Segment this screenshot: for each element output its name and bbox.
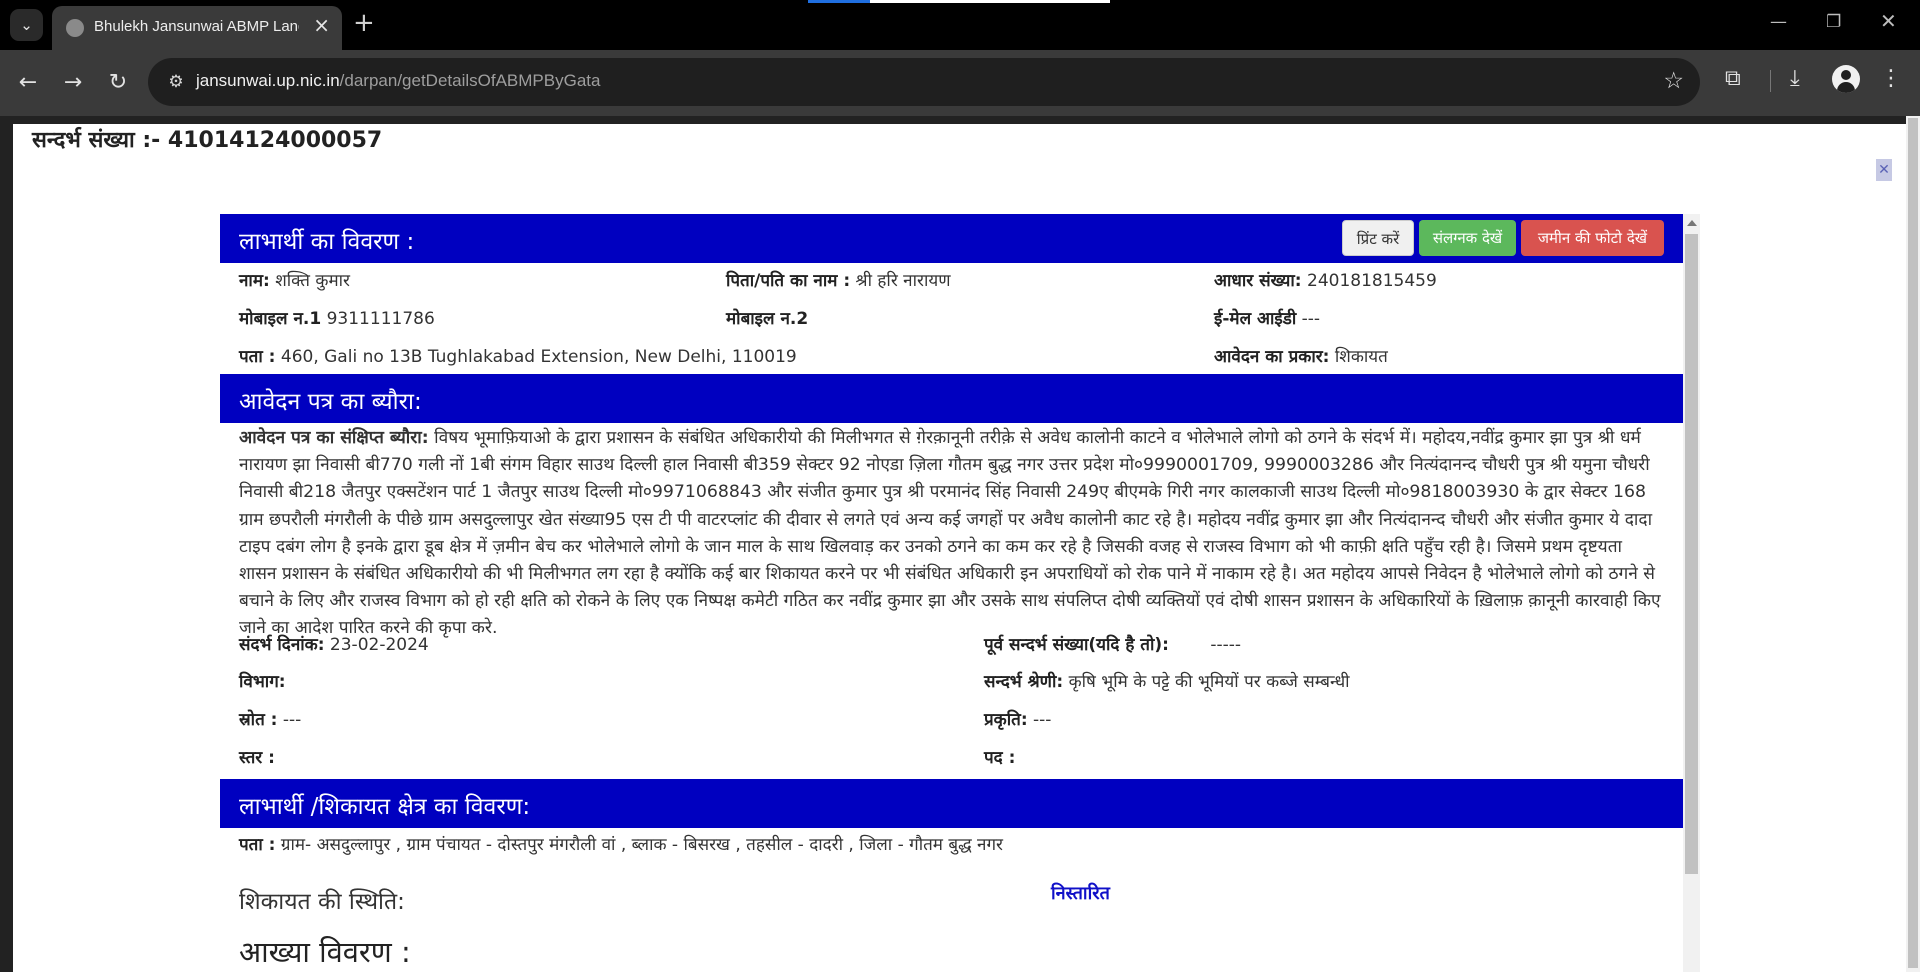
name-value: शक्ति कुमार — [275, 271, 350, 291]
nature-field: प्रकृति: --- — [984, 707, 1051, 730]
complaint-status-value: निस्तारित — [1051, 883, 1110, 904]
category-value: कृषि भूमि के पट्टे की भूमियों पर कब्जे स… — [1068, 672, 1350, 692]
browser-tab[interactable]: Bhulekh Jansunwai ABMP Land × — [52, 6, 342, 50]
close-icon[interactable]: × — [313, 15, 330, 35]
view-land-photo-button[interactable]: जमीन की फोटो देखें — [1521, 220, 1664, 256]
father-value: श्री हरि नारायण — [855, 271, 951, 291]
aadhaar-value: 240181815459 — [1307, 271, 1437, 291]
view-attachment-button[interactable]: संलग्नक देखें — [1419, 220, 1516, 256]
profile-avatar-icon[interactable] — [1832, 65, 1860, 93]
mobile1-value: 9311111786 — [326, 309, 435, 329]
summary-text: विषय भूमाफ़ियाओ के द्वारा प्रशासन के संब… — [239, 428, 1661, 639]
complaint-area-address-field: पता : ग्राम- असदुल्लापुर , ग्राम पंचायत … — [239, 832, 1003, 855]
complaint-area-address-label: पता : — [239, 835, 276, 855]
modal-title: सन्दर्भ संख्या :- 41014124000057 — [32, 128, 383, 153]
content-scrollbar[interactable] — [1683, 214, 1700, 972]
reference-date-value: 23-02-2024 — [329, 635, 429, 655]
address-field: पता : 460, Gali no 13B Tughlakabad Exten… — [239, 344, 797, 367]
back-icon[interactable]: ← — [12, 67, 44, 99]
top-progress-indicator-fill — [808, 0, 870, 3]
restore-icon[interactable]: ❐ — [1826, 12, 1841, 32]
details-modal: सन्दर्भ संख्या :- 41014124000057 ✕ लाभार… — [13, 124, 1906, 972]
mobile2-field: मोबाइल न.2 — [726, 306, 808, 329]
extensions-icon[interactable]: ⧉ — [1725, 66, 1741, 91]
post-label: पद : — [984, 748, 1016, 768]
chevron-down-icon: ⌄ — [20, 16, 33, 34]
page-scrollbar-thumb[interactable] — [1908, 118, 1918, 968]
email-value: --- — [1301, 309, 1321, 329]
email-label: ई-मेल आईडी — [1214, 309, 1297, 329]
page-viewport: सन्दर्भ संख्या :- 41014124000057 ✕ लाभार… — [0, 116, 1920, 972]
previous-reference-value: ----- — [1210, 635, 1242, 655]
page-scrollbar[interactable] — [1906, 116, 1920, 972]
application-section-header: आवेदन पत्र का ब्यौरा: — [220, 374, 1683, 423]
modal-close-icon[interactable]: ✕ — [1876, 159, 1892, 181]
aadhaar-label: आधार संख्या: — [1214, 271, 1302, 291]
department-label: विभाग: — [239, 672, 286, 692]
mobile1-field: मोबाइल न.1 9311111786 — [239, 306, 435, 329]
mobile1-label: मोबाइल न.1 — [239, 309, 322, 329]
reference-date-label: संदर्भ दिनांक: — [239, 635, 325, 655]
source-field: स्रोत : --- — [239, 707, 301, 730]
application-summary: आवेदन पत्र का संक्षिप्त ब्यौरा: विषय भूम… — [239, 425, 1664, 643]
url-text[interactable]: jansunwai.up.nic.in/darpan/getDetailsOfA… — [196, 71, 600, 91]
url-host: jansunwai.up.nic.in — [196, 71, 340, 90]
bookmark-star-icon[interactable]: ☆ — [1663, 68, 1684, 94]
application-section-title: आवेदन पत्र का ब्यौरा: — [239, 389, 422, 415]
name-field: नाम: शक्ति कुमार — [239, 268, 350, 291]
minimize-icon[interactable]: — — [1770, 12, 1787, 32]
previous-reference-field: पूर्व सन्दर्भ संख्या(यदि है तो): ----- — [984, 632, 1241, 655]
father-label: पिता/पति का नाम : — [726, 271, 851, 291]
complaint-area-section-title: लाभार्थी /शिकायत क्षेत्र का विवरण: — [239, 794, 531, 820]
email-field: ई-मेल आईडी --- — [1214, 306, 1320, 329]
print-button[interactable]: प्रिंट करें — [1342, 220, 1414, 256]
complaint-area-section-header: लाभार्थी /शिकायत क्षेत्र का विवरण: — [220, 779, 1683, 828]
level-field: स्तर : — [239, 745, 275, 768]
beneficiary-section-header: लाभार्थी का विवरण : प्रिंट करें संलग्नक … — [220, 214, 1683, 263]
application-type-value: शिकायत — [1334, 347, 1388, 367]
complaint-area-address-value: ग्राम- असदुल्लापुर , ग्राम पंचायत - दोस्… — [280, 835, 1004, 855]
details-content: लाभार्थी का विवरण : प्रिंट करें संलग्नक … — [220, 214, 1683, 972]
site-settings-icon[interactable]: ⚙ — [164, 70, 188, 94]
tab-title: Bhulekh Jansunwai ABMP Land — [94, 18, 299, 35]
department-field: विभाग: — [239, 669, 286, 692]
mobile2-label: मोबाइल न.2 — [726, 309, 809, 329]
source-label: स्रोत : — [239, 710, 278, 730]
browser-toolbar: ← → ↻ ⚙ jansunwai.up.nic.in/darpan/getDe… — [0, 50, 1920, 116]
reference-date-field: संदर्भ दिनांक: 23-02-2024 — [239, 632, 429, 655]
address-bar[interactable]: ⚙ jansunwai.up.nic.in/darpan/getDetailsO… — [148, 58, 1700, 106]
previous-reference-label: पूर्व सन्दर्भ संख्या(यदि है तो): — [984, 635, 1169, 655]
scroll-up-arrow-icon[interactable] — [1687, 220, 1697, 226]
nature-label: प्रकृति: — [984, 710, 1028, 730]
close-window-icon[interactable]: ✕ — [1880, 9, 1897, 33]
category-label: सन्दर्भ श्रेणी: — [984, 672, 1064, 692]
download-icon[interactable]: ⤓ — [1790, 66, 1800, 91]
name-label: नाम: — [239, 271, 270, 291]
summary-label: आवेदन पत्र का संक्षिप्त ब्यौरा: — [239, 428, 429, 448]
complaint-status-label: शिकायत की स्थिति: — [239, 889, 405, 915]
more-menu-icon[interactable]: ⋮ — [1880, 66, 1902, 91]
address-value: 460, Gali no 13B Tughlakabad Extension, … — [280, 347, 797, 367]
forward-icon[interactable]: → — [57, 67, 89, 99]
source-value: --- — [282, 710, 302, 730]
aadhaar-field: आधार संख्या: 240181815459 — [1214, 268, 1437, 291]
browser-tab-strip: ⌄ Bhulekh Jansunwai ABMP Land × + — ❐ ✕ — [0, 0, 1920, 50]
content-scrollbar-thumb[interactable] — [1685, 234, 1698, 874]
new-tab-button[interactable]: + — [353, 10, 375, 36]
tab-search-button[interactable]: ⌄ — [10, 9, 43, 41]
toolbar-divider — [1770, 70, 1771, 92]
beneficiary-section-title: लाभार्थी का विवरण : — [239, 229, 415, 255]
url-path: /darpan/getDetailsOfABMPByGata — [339, 71, 601, 90]
report-details-heading: आख्या विवरण : — [239, 935, 411, 969]
reload-icon[interactable]: ↻ — [102, 67, 134, 99]
nature-value: --- — [1033, 710, 1052, 730]
level-label: स्तर : — [239, 748, 275, 768]
father-field: पिता/पति का नाम : श्री हरि नारायण — [726, 268, 951, 291]
application-type-field: आवेदन का प्रकार: शिकायत — [1214, 344, 1388, 367]
post-field: पद : — [984, 745, 1015, 768]
category-field: सन्दर्भ श्रेणी: कृषि भूमि के पट्टे की भू… — [984, 669, 1350, 692]
application-type-label: आवेदन का प्रकार: — [1214, 347, 1330, 367]
address-label: पता : — [239, 347, 276, 367]
globe-icon — [66, 19, 84, 37]
